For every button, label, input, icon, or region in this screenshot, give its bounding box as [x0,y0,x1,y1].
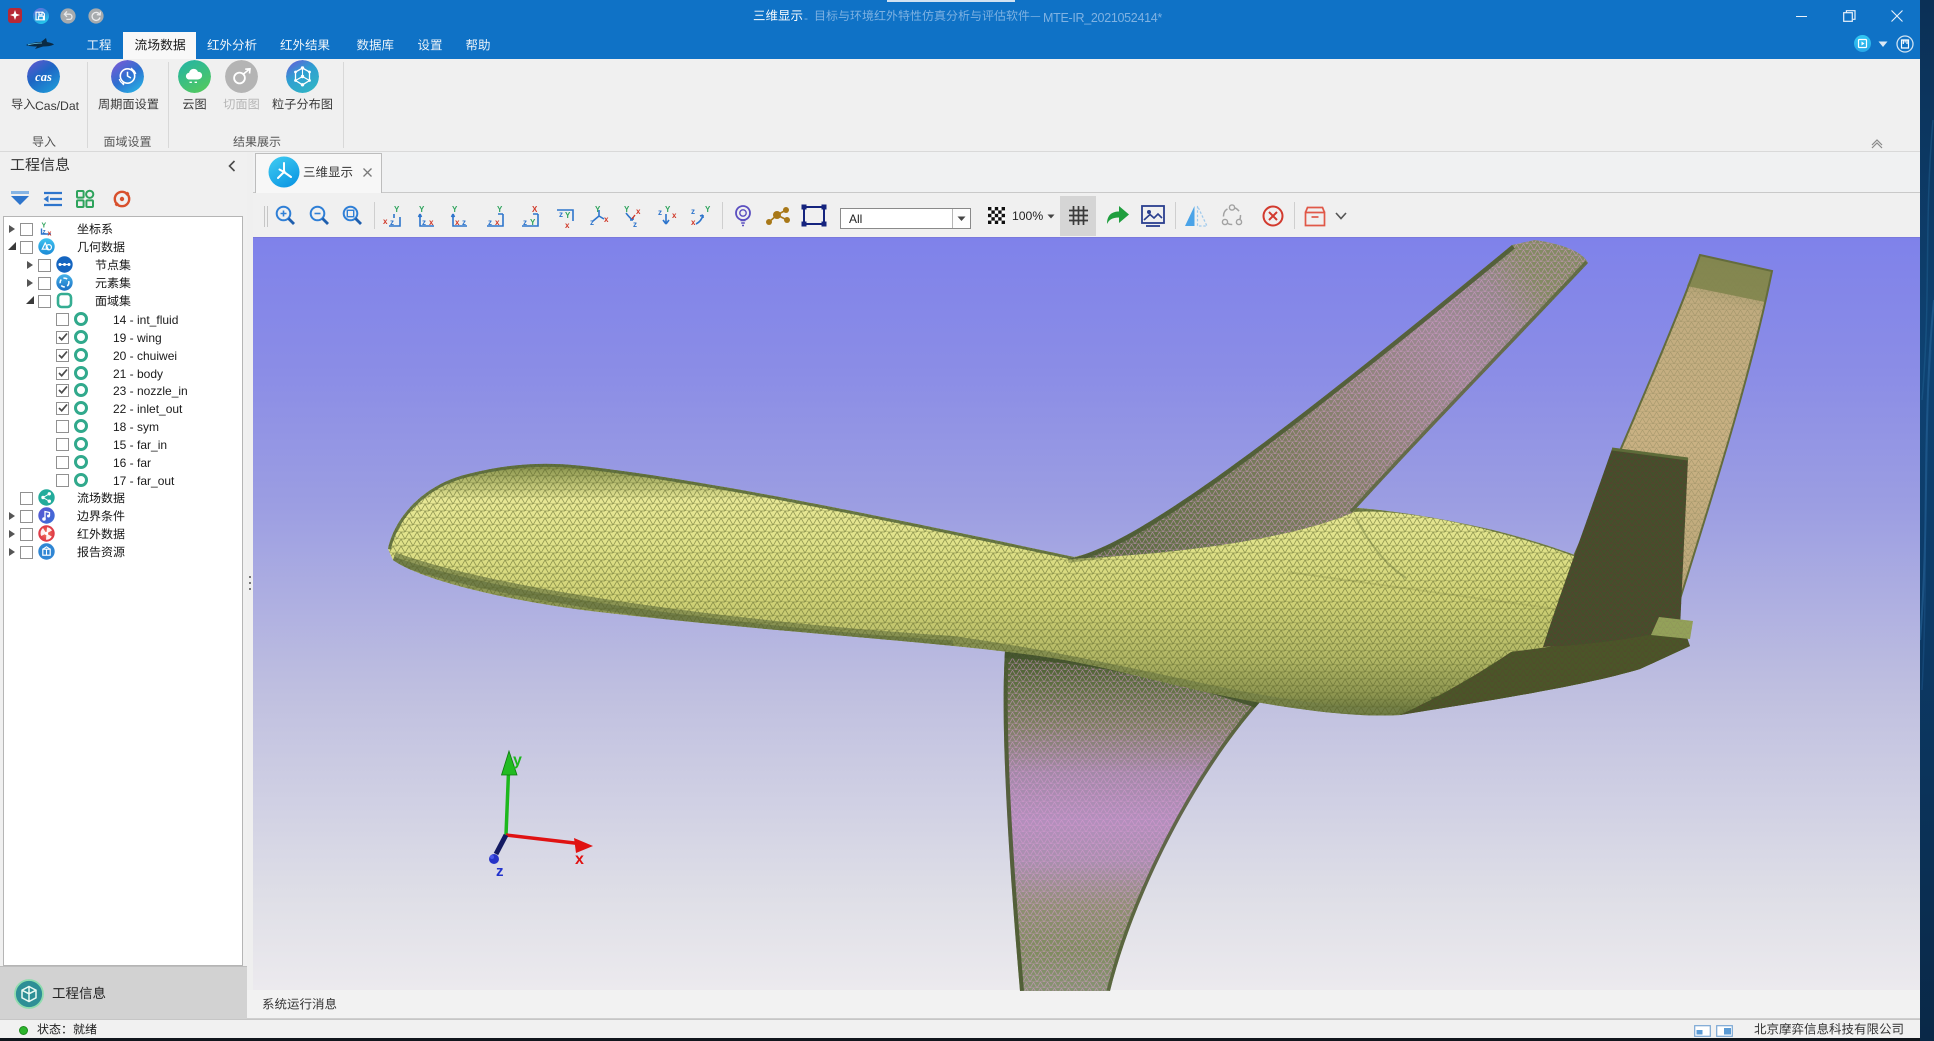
svg-text:z: z [691,207,695,216]
svg-text:z: z [590,218,594,227]
svg-text:x: x [565,221,570,230]
svg-text:Y: Y [419,205,425,214]
svg-text:x: x [636,207,641,216]
svg-text:Y: Y [394,205,400,214]
svg-text:y: y [513,752,522,769]
svg-text:z: z [559,210,563,219]
svg-text:Y: Y [452,205,458,214]
svg-text:z: z [633,220,637,229]
svg-text:x: x [672,211,677,220]
svg-text:x: x [575,851,584,868]
svg-text:X: X [532,205,538,214]
svg-text:Y: Y [595,205,601,214]
svg-text:Y: Y [665,205,671,214]
svg-text:z: z [658,208,662,217]
svg-text:x: x [48,231,52,238]
svg-text:x: x [691,218,696,227]
svg-text:Y: Y [624,205,630,214]
svg-text:Y: Y [705,205,711,214]
svg-text:x: x [604,215,609,224]
svg-text:Y: Y [565,211,571,220]
svg-text:z: z [496,863,504,880]
svg-text:Y: Y [497,205,503,214]
svg-text:cas: cas [35,70,52,84]
svg-text:x: x [383,217,388,226]
